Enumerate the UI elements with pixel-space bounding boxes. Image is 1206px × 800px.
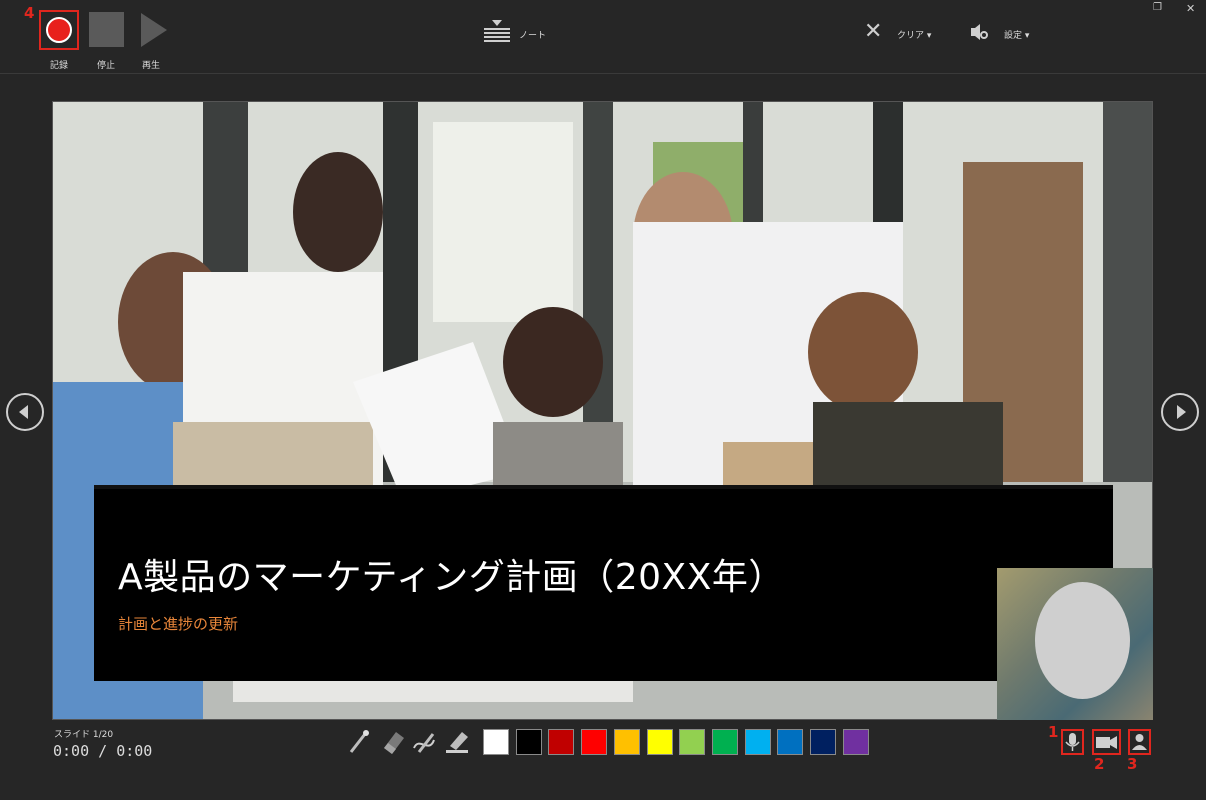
callout-camera-preview: 3 xyxy=(1127,755,1138,773)
ink-color-swatch[interactable] xyxy=(810,729,836,755)
face-placeholder xyxy=(1035,582,1130,699)
next-slide-button[interactable] xyxy=(1161,393,1199,431)
settings-dropdown[interactable]: 設定 ▾ xyxy=(1004,28,1029,41)
record-icon xyxy=(46,17,72,43)
play-button[interactable] xyxy=(141,13,167,47)
slide-preview: A製品のマーケティング計画（20XX年） 計画と進捗の更新 xyxy=(52,101,1153,720)
settings-icon[interactable] xyxy=(970,23,988,41)
ink-color-swatch[interactable] xyxy=(614,729,640,755)
ink-color-swatch[interactable] xyxy=(516,729,542,755)
camera-preview-toggle[interactable] xyxy=(1128,729,1151,755)
ink-color-swatch[interactable] xyxy=(712,729,738,755)
stop-label: 停止 xyxy=(97,61,116,71)
microphone-toggle[interactable] xyxy=(1061,729,1084,755)
ink-color-swatch[interactable] xyxy=(777,729,803,755)
laser-pointer-icon[interactable] xyxy=(345,728,371,756)
ink-color-swatch[interactable] xyxy=(581,729,607,755)
highlighter-icon[interactable] xyxy=(444,728,470,756)
notes-button[interactable]: ノート xyxy=(519,28,546,41)
title-placeholder: A製品のマーケティング計画（20XX年） 計画と進捗の更新 xyxy=(94,485,1113,681)
camera-toggle[interactable] xyxy=(1092,729,1121,755)
ink-color-swatch[interactable] xyxy=(679,729,705,755)
recording-timer: 0:00 / 0:00 xyxy=(53,742,153,760)
camera-preview xyxy=(997,568,1153,720)
ink-color-swatch[interactable] xyxy=(548,729,574,755)
video-camera-icon xyxy=(1096,736,1117,749)
callout-record: 4 xyxy=(24,4,35,22)
ink-color-swatch[interactable] xyxy=(745,729,771,755)
ink-color-swatch[interactable] xyxy=(647,729,673,755)
recording-toolbar: 4 記録 停止 再生 ノート ✕ クリア ▾ 設定 ▾ xyxy=(0,0,1206,74)
pen-icon[interactable] xyxy=(411,728,437,756)
clear-icon[interactable]: ✕ xyxy=(864,21,882,43)
record-button[interactable] xyxy=(39,10,79,50)
ink-color-swatch[interactable] xyxy=(483,729,509,755)
ink-color-swatch[interactable] xyxy=(843,729,869,755)
stop-button[interactable] xyxy=(89,12,124,47)
callout-microphone: 1 xyxy=(1048,723,1059,741)
play-label: 再生 xyxy=(142,61,161,71)
microphone-icon xyxy=(1065,733,1080,751)
previous-slide-button[interactable] xyxy=(6,393,44,431)
person-icon xyxy=(1132,734,1147,750)
eraser-icon[interactable] xyxy=(380,728,406,756)
slide-subtitle: 計画と進捗の更新 xyxy=(118,615,239,633)
chevron-left-icon xyxy=(19,405,28,419)
record-label: 記録 xyxy=(50,61,69,71)
clear-dropdown[interactable]: クリア ▾ xyxy=(897,28,931,41)
chevron-right-icon xyxy=(1177,405,1186,419)
notes-icon[interactable] xyxy=(484,20,510,44)
slide-counter: スライド 1/20 xyxy=(54,730,114,740)
callout-camera: 2 xyxy=(1094,755,1105,773)
slide-title: A製品のマーケティング計画（20XX年） xyxy=(118,557,785,598)
